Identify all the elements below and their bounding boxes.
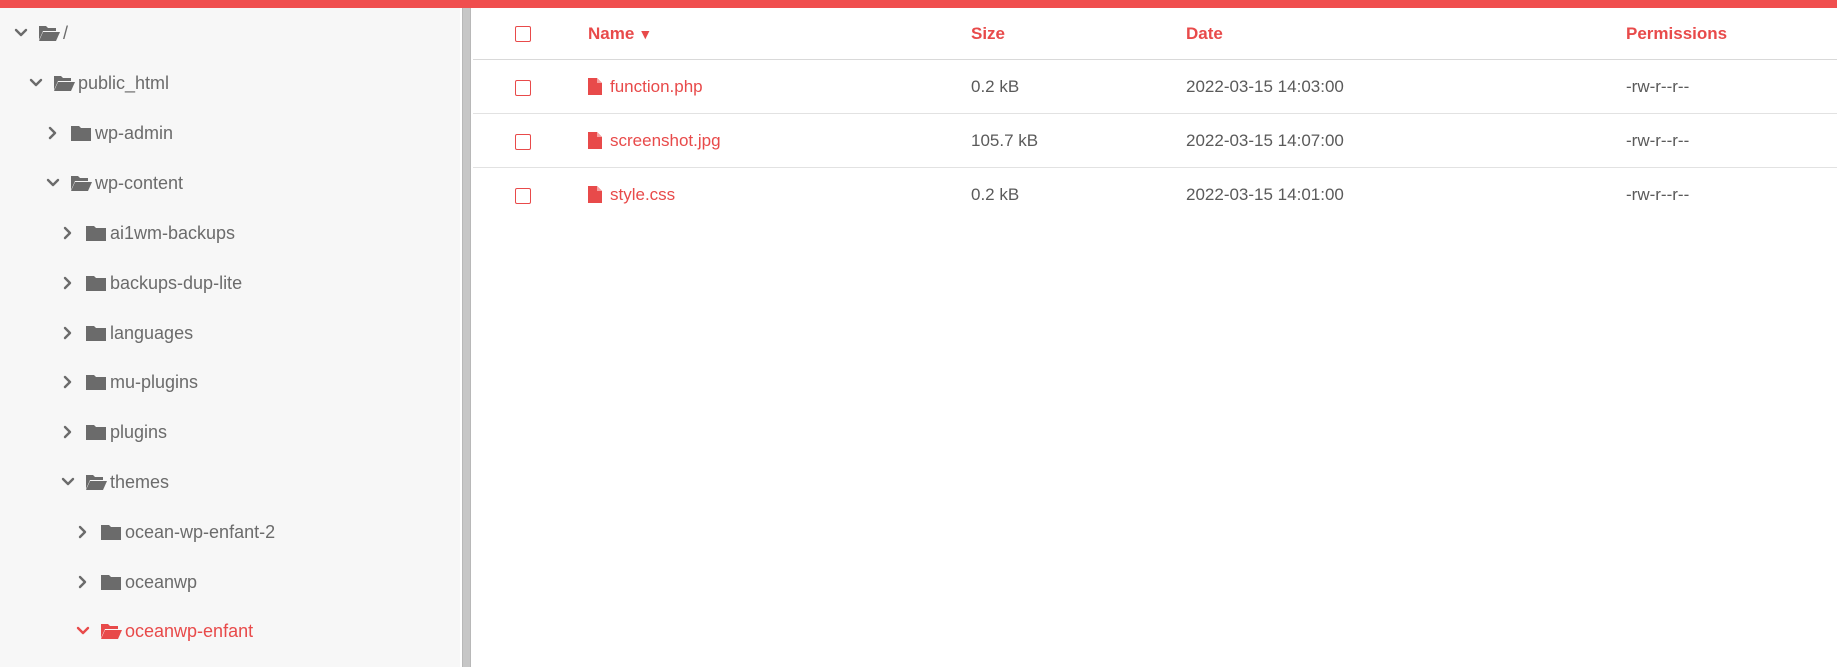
folder-open-icon [85,473,108,491]
file-icon [588,186,602,203]
folder-open-icon [53,74,76,92]
file-size-cell: 0.2 kB [971,77,1020,96]
file-name-cell[interactable]: screenshot.jpg [588,114,721,167]
folder-icon [85,274,108,292]
column-header-name-label: Name [588,24,635,43]
file-permissions-cell: -rw-r--r-- [1626,131,1690,150]
file-date-cell: 2022-03-15 14:01:00 [1186,185,1344,204]
file-icon [588,78,602,95]
folder-tree-sidebar: / public_html wp-admin wp-content ai1wm-… [0,8,460,667]
tree-item-label: oceanwp-enfant [125,620,254,641]
file-name-link[interactable]: function.php [610,60,703,113]
folder-icon [70,124,93,142]
file-name-link[interactable]: screenshot.jpg [610,114,721,167]
tree-item-label: themes [110,471,170,492]
tree-item-label: ai1wm-backups [110,222,236,243]
tree-item-label: plugins [110,421,168,442]
tree-item-ai1wm-backups[interactable]: ai1wm-backups [61,213,235,253]
folder-open-icon [70,174,93,192]
tree-item-label: ocean-wp-enfant-2 [125,521,276,542]
tree-item-plugins[interactable]: plugins [61,412,167,452]
file-permissions-cell: -rw-r--r-- [1626,77,1690,96]
tree-item-label: languages [110,322,194,343]
chevron-down-icon[interactable] [14,26,28,40]
file-icon [588,132,602,149]
chevron-down-icon[interactable] [61,475,75,489]
sort-descending-icon: ▼ [638,26,653,42]
tree-item-backups-dup-lite[interactable]: backups-dup-lite [61,263,242,303]
folder-open-icon [100,622,123,640]
file-name-link[interactable]: style.css [610,168,675,221]
table-row[interactable]: function.php 0.2 kB 2022-03-15 14:03:00 … [473,60,1837,114]
table-header: Name ▼ Size Date Permissions [473,8,1837,60]
column-header-date[interactable]: Date [1186,8,1223,59]
folder-open-icon [38,24,61,42]
chevron-down-icon[interactable] [46,176,60,190]
column-header-permissions[interactable]: Permissions [1626,8,1727,59]
chevron-right-icon[interactable] [61,326,75,340]
chevron-down-icon[interactable] [76,624,90,638]
tree-item-label: wp-admin [95,122,174,143]
select-all-checkbox[interactable] [515,26,531,42]
folder-icon [85,224,108,242]
tree-item-oceanwp-enfant[interactable]: oceanwp-enfant [76,611,253,651]
tree-item-wp-content[interactable]: wp-content [46,163,183,203]
tree-item-label: oceanwp [125,571,198,592]
folder-icon [100,573,123,591]
tree-item-mu-plugins[interactable]: mu-plugins [61,362,198,402]
folder-icon [85,423,108,441]
tree-item-languages[interactable]: languages [61,313,193,353]
file-permissions-cell: -rw-r--r-- [1626,185,1690,204]
chevron-right-icon[interactable] [61,425,75,439]
chevron-right-icon[interactable] [76,575,90,589]
chevron-down-icon[interactable] [29,76,43,90]
tree-item-wp-admin[interactable]: wp-admin [46,113,173,153]
tree-item-label: mu-plugins [110,371,199,392]
row-checkbox[interactable] [515,188,531,204]
chevron-right-icon[interactable] [61,226,75,240]
top-accent-bar [0,0,1837,8]
tree-item-label: wp-content [95,172,184,193]
chevron-right-icon[interactable] [46,126,60,140]
folder-icon [85,324,108,342]
tree-item-themes[interactable]: themes [61,462,169,502]
column-header-name[interactable]: Name ▼ [588,8,652,59]
row-checkbox[interactable] [515,80,531,96]
table-row[interactable]: screenshot.jpg 105.7 kB 2022-03-15 14:07… [473,114,1837,168]
tree-item-label: public_html [78,72,170,93]
file-date-cell: 2022-03-15 14:03:00 [1186,77,1344,96]
tree-item-label: / [63,22,69,43]
file-name-cell[interactable]: style.css [588,168,675,221]
tree-item-label: backups-dup-lite [110,272,243,293]
file-date-cell: 2022-03-15 14:07:00 [1186,131,1344,150]
file-size-cell: 105.7 kB [971,131,1039,150]
file-size-cell: 0.2 kB [971,185,1020,204]
panel-resize-handle[interactable] [460,8,473,667]
tree-item-ocean-wp-enfant-2[interactable]: ocean-wp-enfant-2 [76,512,275,552]
file-list-panel: Name ▼ Size Date Permissions function.php… [473,8,1837,667]
folder-icon [85,373,108,391]
file-name-cell[interactable]: function.php [588,60,703,113]
tree-item-public-html[interactable]: public_html [29,63,169,103]
chevron-right-icon[interactable] [76,525,90,539]
chevron-right-icon[interactable] [61,276,75,290]
tree-item-root[interactable]: / [14,13,68,53]
tree-item-oceanwp[interactable]: oceanwp [76,562,197,602]
row-checkbox[interactable] [515,134,531,150]
chevron-right-icon[interactable] [61,375,75,389]
resize-bar[interactable] [462,8,471,667]
table-row[interactable]: style.css 0.2 kB 2022-03-15 14:01:00 -rw… [473,168,1837,221]
column-header-size[interactable]: Size [971,8,1005,59]
folder-icon [100,523,123,541]
